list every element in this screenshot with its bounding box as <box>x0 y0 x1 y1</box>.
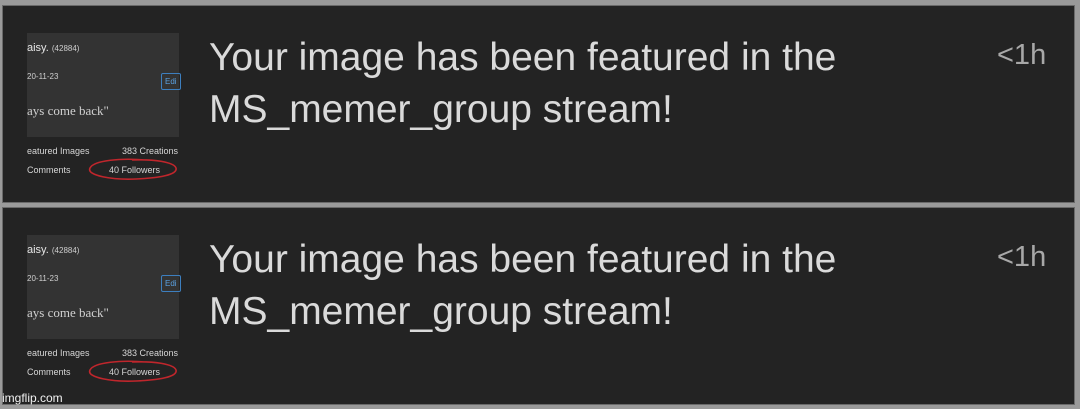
profile-user-id: (42884) <box>51 246 80 255</box>
notification-message: Your image has been featured in the MS_m… <box>209 36 837 131</box>
creations-stat: 383 Creations <box>122 146 179 156</box>
imgflip-watermark: imgflip.com <box>2 391 63 405</box>
profile-quote: ays come back" <box>27 305 109 320</box>
comments-stat: Comments <box>27 367 71 377</box>
notification-item[interactable]: aisy. (42884) 20-11-23 Edi ays come back… <box>2 5 1075 203</box>
profile-username: aisy. (42884) <box>27 42 80 54</box>
notification-message: Your image has been featured in the MS_m… <box>209 238 837 333</box>
notification-thumbnail[interactable]: aisy. (42884) 20-11-23 Edi ays come back… <box>27 33 183 183</box>
edit-profile-button: Edi <box>161 275 181 292</box>
edit-profile-button: Edi <box>161 73 181 90</box>
profile-join-date: 20-11-23 <box>27 274 59 283</box>
notification-item[interactable]: aisy. (42884) 20-11-23 Edi ays come back… <box>2 207 1075 405</box>
profile-user-id: (42884) <box>51 44 80 53</box>
creations-stat: 383 Creations <box>122 348 179 358</box>
notification-timestamp: <1h <box>997 39 1047 71</box>
red-circle-highlight <box>89 158 177 180</box>
profile-quote: ays come back" <box>27 103 109 118</box>
red-circle-highlight <box>89 360 177 382</box>
comments-stat: Comments <box>27 165 71 175</box>
notification-timestamp: <1h <box>997 241 1047 273</box>
notification-thumbnail[interactable]: aisy. (42884) 20-11-23 Edi ays come back… <box>27 235 183 385</box>
profile-join-date: 20-11-23 <box>27 72 59 81</box>
featured-images-stat: eatured Images <box>27 146 90 156</box>
profile-username: aisy. (42884) <box>27 244 80 256</box>
featured-images-stat: eatured Images <box>27 348 90 358</box>
